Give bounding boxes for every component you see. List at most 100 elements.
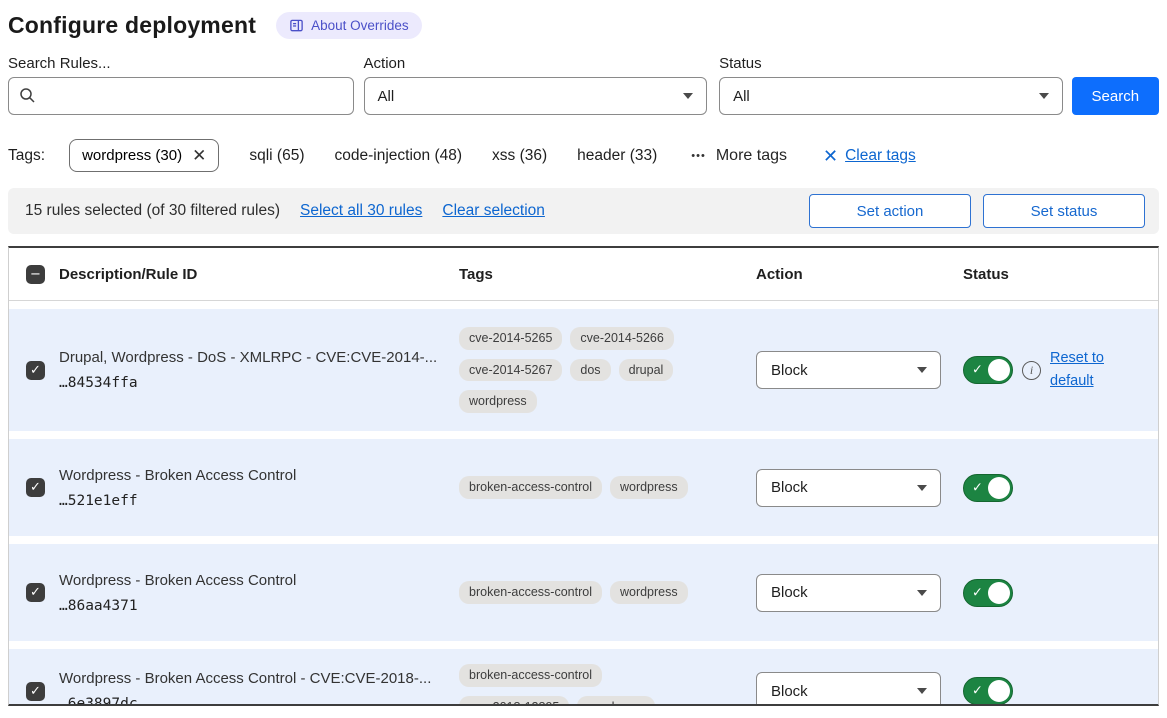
- set-action-button[interactable]: Set action: [809, 194, 971, 228]
- column-header-description: Description/Rule ID: [59, 266, 459, 283]
- status-field: Status All: [719, 55, 1063, 115]
- row-checkbox[interactable]: ✓: [26, 478, 45, 497]
- rule-action-value: Block: [771, 479, 808, 496]
- book-icon: [289, 18, 304, 33]
- rule-tags-cell: broken-access-control cve-2018-12895 wor…: [459, 664, 756, 706]
- rule-action-select[interactable]: Block: [756, 672, 941, 706]
- rule-tag: broken-access-control: [459, 581, 602, 604]
- page-header: Configure deployment About Overrides: [8, 12, 1159, 39]
- rule-description: Wordpress - Broken Access Control: [59, 467, 459, 484]
- status-filter-select[interactable]: All: [719, 77, 1063, 115]
- status-filter-label: Status: [719, 55, 1063, 72]
- toggle-knob: [988, 477, 1010, 499]
- action-filter-label: Action: [364, 55, 708, 72]
- chevron-down-icon: [917, 590, 927, 596]
- chevron-down-icon: [917, 367, 927, 373]
- rule-tag: wordpress: [577, 696, 655, 707]
- rules-table: − Description/Rule ID Tags Action Status…: [8, 246, 1159, 706]
- search-label: Search Rules...: [8, 55, 354, 72]
- rule-description: Wordpress - Broken Access Control: [59, 572, 459, 589]
- rule-tag: dos: [570, 359, 610, 382]
- rule-action-cell: Block: [756, 351, 963, 389]
- rule-id: …6e3897dc: [59, 696, 459, 706]
- rule-tags-cell: cve-2014-5265 cve-2014-5266 cve-2014-526…: [459, 327, 756, 413]
- about-overrides-label: About Overrides: [311, 18, 409, 33]
- rule-action-value: Block: [771, 362, 808, 379]
- status-toggle[interactable]: ✓: [963, 579, 1013, 607]
- search-button[interactable]: Search: [1072, 77, 1159, 115]
- rule-action-value: Block: [771, 683, 808, 700]
- remove-tag-icon[interactable]: ✕: [192, 147, 206, 164]
- rule-description-cell: Wordpress - Broken Access Control …86aa4…: [59, 572, 459, 614]
- rule-description-cell: Wordpress - Broken Access Control - CVE:…: [59, 670, 459, 706]
- rule-action-value: Block: [771, 584, 808, 601]
- rule-tag: cve-2014-5266: [570, 327, 673, 350]
- row-checkbox-cell: ✓: [9, 361, 59, 380]
- rule-tag: wordpress: [459, 390, 537, 413]
- reset-to-default-link[interactable]: Reset to default: [1050, 347, 1110, 393]
- more-tags-label: More tags: [716, 147, 787, 165]
- select-all-checkbox[interactable]: −: [26, 265, 45, 284]
- tags-label: Tags:: [8, 147, 45, 165]
- rule-description: Drupal, Wordpress - DoS - XMLRPC - CVE:C…: [59, 349, 459, 366]
- clear-tags-x-icon: ✕: [823, 147, 838, 165]
- page-title: Configure deployment: [8, 12, 256, 39]
- rule-action-cell: Block: [756, 672, 963, 706]
- about-overrides-badge[interactable]: About Overrides: [276, 12, 422, 39]
- selection-summary: 15 rules selected (of 30 filtered rules): [25, 202, 280, 220]
- filters-row: Search Rules... Action All Status: [8, 55, 1159, 115]
- toggle-knob: [988, 680, 1010, 702]
- clear-selection-link[interactable]: Clear selection: [442, 202, 545, 220]
- rule-tag: cve-2018-12895: [459, 696, 569, 707]
- status-toggle[interactable]: ✓: [963, 356, 1013, 384]
- row-checkbox[interactable]: ✓: [26, 361, 45, 380]
- tag-xss[interactable]: xss (36): [492, 147, 547, 165]
- configure-deployment-page: Configure deployment About Overrides Sea…: [0, 0, 1167, 706]
- toggle-check-icon: ✓: [972, 480, 983, 495]
- rule-id: …521e1eff: [59, 493, 459, 509]
- column-header-action: Action: [756, 266, 963, 283]
- rule-action-cell: Block: [756, 469, 963, 507]
- search-rules-input[interactable]: [8, 77, 354, 115]
- row-checkbox[interactable]: ✓: [26, 682, 45, 701]
- info-icon: i: [1022, 361, 1041, 380]
- rule-description-cell: Wordpress - Broken Access Control …521e1…: [59, 467, 459, 509]
- rule-tag: broken-access-control: [459, 664, 602, 687]
- tag-sqli[interactable]: sqli (65): [249, 147, 304, 165]
- tag-header[interactable]: header (33): [577, 147, 657, 165]
- status-toggle[interactable]: ✓: [963, 677, 1013, 705]
- search-field: Search Rules...: [8, 55, 354, 115]
- table-header-row: − Description/Rule ID Tags Action Status: [9, 248, 1158, 301]
- rule-action-cell: Block: [756, 574, 963, 612]
- table-row: ✓ Wordpress - Broken Access Control …86a…: [9, 544, 1158, 641]
- rule-action-select[interactable]: Block: [756, 469, 941, 507]
- clear-tags-button[interactable]: ✕ Clear tags: [823, 147, 916, 165]
- rule-tag: drupal: [619, 359, 674, 382]
- action-filter-select[interactable]: All: [364, 77, 708, 115]
- rule-description: Wordpress - Broken Access Control - CVE:…: [59, 670, 459, 687]
- rule-action-select[interactable]: Block: [756, 574, 941, 612]
- row-checkbox-cell: ✓: [9, 583, 59, 602]
- toggle-check-icon: ✓: [972, 363, 983, 378]
- rule-tags-cell: broken-access-control wordpress: [459, 476, 756, 499]
- select-all-rules-link[interactable]: Select all 30 rules: [300, 202, 422, 220]
- column-header-status: Status: [963, 266, 1158, 283]
- row-checkbox[interactable]: ✓: [26, 583, 45, 602]
- rule-tag: cve-2014-5267: [459, 359, 562, 382]
- selection-bar: 15 rules selected (of 30 filtered rules)…: [8, 188, 1159, 234]
- tags-bar: Tags: wordpress (30) ✕ sqli (65) code-in…: [8, 139, 1159, 172]
- toggle-check-icon: ✓: [972, 684, 983, 699]
- toggle-check-icon: ✓: [972, 585, 983, 600]
- status-toggle[interactable]: ✓: [963, 474, 1013, 502]
- status-filter-value: All: [733, 88, 750, 105]
- set-status-button[interactable]: Set status: [983, 194, 1145, 228]
- row-checkbox-cell: ✓: [9, 478, 59, 497]
- rule-tags-cell: broken-access-control wordpress: [459, 581, 756, 604]
- table-row: ✓ Wordpress - Broken Access Control …521…: [9, 439, 1158, 536]
- more-tags-button[interactable]: ••• More tags: [691, 147, 787, 165]
- selected-tag-wordpress[interactable]: wordpress (30) ✕: [69, 139, 219, 172]
- rule-action-select[interactable]: Block: [756, 351, 941, 389]
- tag-code-injection[interactable]: code-injection (48): [335, 147, 463, 165]
- rule-tag: broken-access-control: [459, 476, 602, 499]
- table-row: ✓ Wordpress - Broken Access Control - CV…: [9, 649, 1158, 706]
